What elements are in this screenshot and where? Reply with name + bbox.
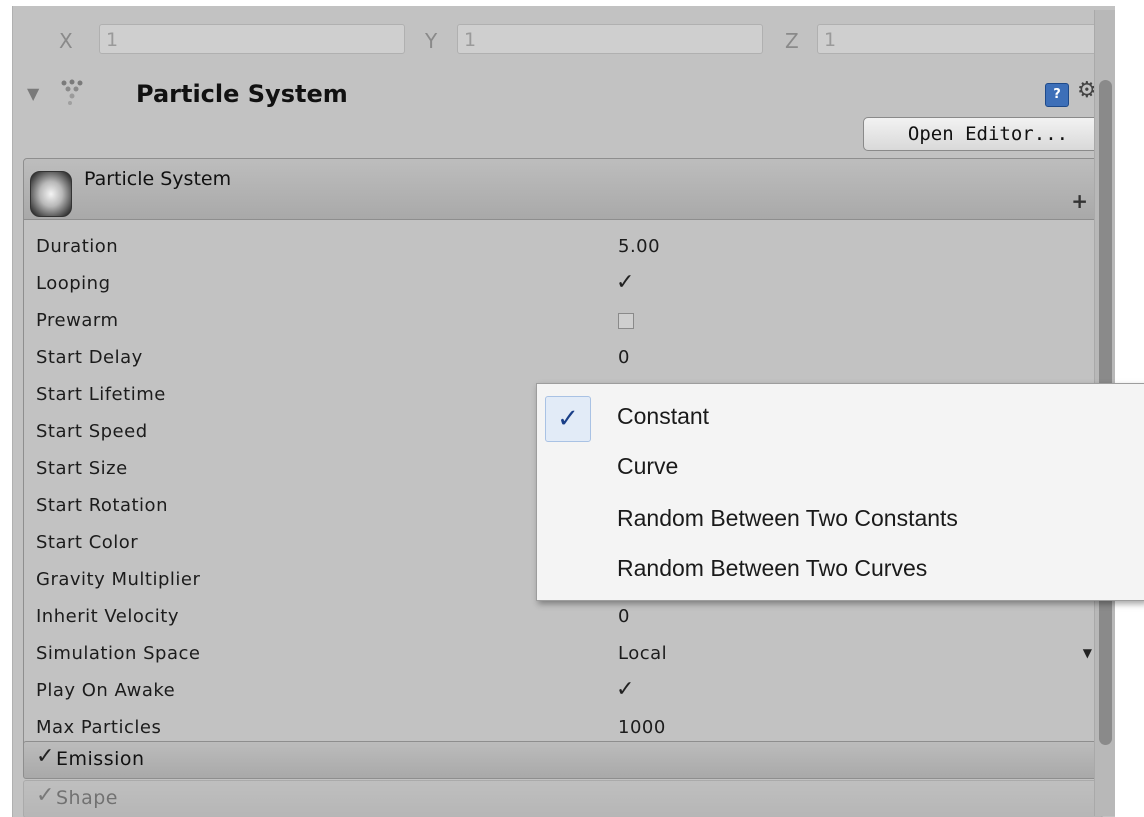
property-label: Inherit Velocity — [36, 606, 179, 627]
component-title: Particle System — [136, 80, 348, 108]
particle-system-icon — [61, 79, 83, 105]
curve-mode-popup-menu: ✓ Constant Curve Random Between Two Cons… — [536, 383, 1144, 601]
property-value[interactable]: Local — [618, 643, 667, 664]
help-icon[interactable]: ? — [1045, 83, 1069, 107]
plus-icon[interactable]: + — [1071, 189, 1088, 213]
menu-item-label: Random Between Two Constants — [617, 505, 958, 531]
property-value[interactable]: 0 — [618, 606, 630, 627]
module-title: Particle System — [84, 168, 232, 190]
property-label: Start Size — [36, 458, 128, 479]
property-label: Start Lifetime — [36, 384, 166, 405]
module-label: Shape — [56, 787, 118, 809]
menu-item-random-between-two-curves[interactable]: Random Between Two Curves — [537, 542, 1143, 592]
menu-item-constant[interactable]: ✓ Constant — [537, 390, 1143, 442]
scale-row: X 1 Y 1 Z 1 — [33, 20, 1113, 58]
scale-x-field[interactable]: 1 — [99, 24, 405, 54]
menu-item-label: Random Between Two Curves — [617, 555, 928, 581]
menu-item-curve[interactable]: Curve — [537, 440, 1143, 490]
property-label: Start Speed — [36, 421, 148, 442]
emission-checkbox[interactable]: ✓ — [36, 744, 54, 769]
module-shape[interactable]: ✓ Shape — [23, 780, 1103, 817]
menu-item-label: Curve — [617, 453, 679, 479]
looping-checkbox[interactable]: ✓ — [616, 270, 634, 295]
menu-item-random-between-two-constants[interactable]: Random Between Two Constants — [537, 492, 1143, 542]
property-row-simulation-space: Simulation Space Local ▼ — [24, 637, 1102, 674]
module-emission[interactable]: ✓ Emission — [23, 741, 1103, 779]
scale-z-label: Z — [785, 29, 799, 53]
property-label: Start Color — [36, 532, 139, 553]
property-label: Play On Awake — [36, 680, 176, 701]
scale-z-field[interactable]: 1 — [817, 24, 1107, 54]
property-row-duration: Duration 5.00 — [24, 230, 1102, 267]
property-value[interactable]: 5.00 — [618, 236, 660, 257]
property-row-start-delay: Start Delay 0 — [24, 341, 1102, 378]
property-label: Prewarm — [36, 310, 119, 331]
property-row-prewarm: Prewarm — [24, 304, 1102, 341]
dropdown-arrow-icon[interactable]: ▼ — [1083, 646, 1092, 660]
scale-y-field[interactable]: 1 — [457, 24, 763, 54]
property-label: Duration — [36, 236, 119, 257]
open-editor-button[interactable]: Open Editor... — [863, 117, 1113, 151]
property-row-inherit-velocity: Inherit Velocity 0 — [24, 600, 1102, 637]
component-header[interactable]: ▼ Particle System ? ⚙▾ — [21, 74, 1103, 116]
property-value[interactable]: 1000 — [618, 717, 666, 738]
property-label: Max Particles — [36, 717, 162, 738]
property-row-play-on-awake: Play On Awake ✓ — [24, 674, 1102, 711]
property-row-looping: Looping ✓ — [24, 267, 1102, 304]
property-label: Simulation Space — [36, 643, 201, 664]
property-label: Start Delay — [36, 347, 143, 368]
module-label: Emission — [56, 748, 145, 770]
property-label: Gravity Multiplier — [36, 569, 201, 590]
shape-checkbox[interactable]: ✓ — [36, 783, 54, 808]
property-value[interactable]: 0 — [618, 347, 630, 368]
scale-x-label: X — [59, 29, 73, 53]
prewarm-checkbox[interactable] — [618, 313, 634, 329]
foldout-arrow-icon[interactable]: ▼ — [27, 84, 39, 103]
play-on-awake-checkbox[interactable]: ✓ — [616, 677, 634, 702]
scale-y-label: Y — [425, 29, 438, 53]
checkmark-icon: ✓ — [545, 396, 591, 442]
menu-item-label: Constant — [617, 403, 710, 429]
module-header[interactable]: Particle System + — [24, 159, 1102, 220]
property-label: Looping — [36, 273, 111, 294]
particle-preview-icon — [30, 171, 72, 217]
property-label: Start Rotation — [36, 495, 168, 516]
